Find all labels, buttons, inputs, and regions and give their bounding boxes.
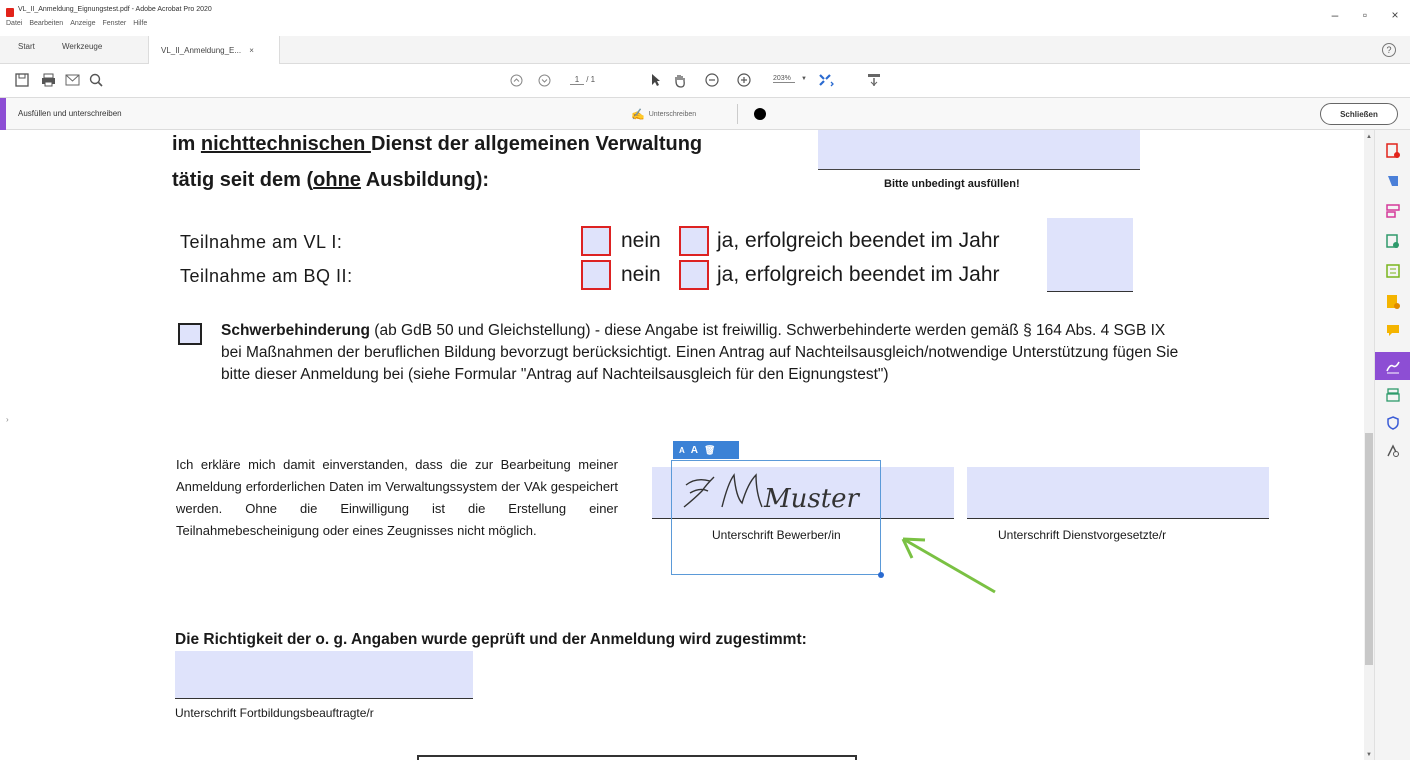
reading-mode-icon[interactable] (866, 72, 882, 88)
row-label-bq2: Teilnahme am BQ II: (180, 266, 353, 286)
signature-label-supervisor: Unterschrift Dienstvorgesetzte/r (998, 528, 1167, 542)
zoom-out-icon[interactable] (704, 72, 720, 88)
resize-handle[interactable] (878, 572, 884, 578)
sign-button[interactable]: ✍ Unterschreiben (631, 108, 696, 121)
edit-pdf-icon[interactable] (1383, 262, 1403, 280)
fill-and-sign-icon[interactable] (1375, 352, 1410, 380)
vertical-scrollbar[interactable]: ▲ ▼ (1364, 130, 1374, 760)
year-field-bq2[interactable] (1047, 252, 1133, 292)
checkbox-bq2-no[interactable] (581, 260, 611, 290)
tab-tools[interactable]: Werkzeuge (62, 42, 102, 51)
checkbox-vl1-no[interactable] (581, 226, 611, 256)
window-title: VL_II_Anmeldung_Eignungstest.pdf - Adobe… (18, 6, 212, 13)
page-up-icon[interactable] (508, 72, 524, 88)
tab-close-icon[interactable]: × (249, 46, 254, 55)
print-icon[interactable] (40, 72, 56, 88)
menu-help[interactable]: Hilfe (133, 20, 147, 27)
organize-pages-icon[interactable] (1383, 202, 1403, 220)
row-label-vl1: Teilnahme am VL I: (180, 232, 343, 252)
menu-window[interactable]: Fenster (103, 20, 127, 27)
consent-paragraph: Ich erkläre mich damit einverstanden, da… (176, 457, 618, 538)
minimize-button[interactable]: – (1320, 4, 1350, 26)
page-down-icon[interactable] (536, 72, 552, 88)
pen-icon: ✍ (631, 109, 645, 121)
signature-field-supervisor[interactable] (967, 467, 1269, 519)
hand-tool-icon[interactable] (672, 72, 688, 88)
increase-size-button[interactable]: A (691, 445, 698, 456)
checkbox-bq2-yes[interactable] (679, 260, 709, 290)
approval-heading: Die Richtigkeit der o. g. Angaben wurde … (175, 631, 807, 648)
menu-file[interactable]: Datei (6, 20, 22, 27)
menu-edit[interactable]: Bearbeiten (29, 20, 63, 27)
print-production-icon[interactable] (1383, 386, 1403, 404)
bottom-box (417, 755, 857, 760)
create-pdf-icon[interactable] (1383, 142, 1403, 160)
fit-page-icon[interactable] (818, 72, 834, 88)
delete-icon[interactable]: 🗑 (704, 445, 715, 456)
email-icon[interactable] (64, 72, 80, 88)
scroll-down-icon[interactable]: ▼ (1364, 752, 1374, 758)
divider (737, 104, 738, 124)
close-fill-sign-button[interactable]: Schließen (1320, 103, 1398, 125)
fill-sign-title: Ausfüllen und unterschreiben (18, 109, 122, 118)
zoom-in-icon[interactable] (736, 72, 752, 88)
select-cursor-icon[interactable] (648, 72, 664, 88)
option-label-no: nein (621, 263, 661, 286)
decrease-size-button[interactable]: A (679, 446, 685, 455)
option-label-no: nein (621, 229, 661, 252)
menu-view[interactable]: Anzeige (70, 20, 95, 27)
window-controls: – ▫ × (1320, 4, 1410, 26)
color-picker-button[interactable] (754, 108, 766, 120)
zoom-value: 203% (773, 75, 795, 83)
search-icon[interactable] (88, 72, 104, 88)
signature-selection-box[interactable] (671, 460, 881, 575)
export-pdf-icon[interactable] (1383, 172, 1403, 190)
page-total: / 1 (586, 75, 596, 84)
fill-sign-bar: Ausfüllen und unterschreiben ✍ Unterschr… (0, 98, 1410, 130)
zoom-dropdown[interactable]: 203% ▼ (773, 75, 807, 83)
chevron-right-icon[interactable]: › (6, 415, 9, 424)
title-bar: VL_II_Anmeldung_Eignungstest.pdf - Adobe… (0, 0, 1410, 36)
redact-icon[interactable] (1383, 292, 1403, 310)
heading-line-2: tätig seit dem (ohne Ausbildung): (172, 169, 490, 191)
must-fill-note: Bitte unbedingt ausfüllen! (884, 178, 1020, 190)
fill-sign-accent (0, 98, 6, 130)
protect-icon[interactable] (1383, 414, 1403, 432)
tools-pane (1374, 130, 1410, 760)
page-indicator[interactable]: 1 / 1 (570, 75, 595, 85)
heading-line-1: im nichttechnischen Dienst der allgemein… (172, 133, 703, 155)
combine-files-icon[interactable] (1383, 232, 1403, 250)
tab-document[interactable]: VL_II_Anmeldung_E... × (148, 36, 280, 64)
comment-icon[interactable] (1383, 322, 1403, 340)
disability-paragraph: Schwerbehinderung (ab GdB 50 und Gleichs… (221, 322, 1179, 383)
scroll-up-icon[interactable]: ▲ (1364, 134, 1374, 140)
date-since-field[interactable] (818, 130, 1140, 170)
close-window-button[interactable]: × (1380, 4, 1410, 26)
page-current-input[interactable]: 1 (570, 75, 584, 85)
green-arrow-annotation (901, 537, 996, 594)
option-label-yes: ja, erfolgreich beendet im Jahr (717, 229, 1000, 252)
tab-start[interactable]: Start (18, 42, 35, 51)
chevron-down-icon: ▼ (800, 76, 807, 82)
scrollbar-thumb[interactable] (1365, 433, 1373, 665)
main-toolbar: 1 / 1 203% ▼ (0, 64, 1410, 98)
checkbox-disability[interactable] (178, 323, 202, 345)
help-icon[interactable]: ? (1382, 43, 1396, 57)
option-label-yes: ja, erfolgreich beendet im Jahr (717, 263, 1000, 286)
signature-label-training-officer: Unterschrift Fortbildungsbeauftragte/r (175, 706, 374, 720)
checkbox-vl1-yes[interactable] (679, 226, 709, 256)
signature-edit-toolbar: A A 🗑 (673, 441, 739, 459)
save-icon[interactable] (14, 72, 30, 88)
acrobat-app-icon (6, 8, 14, 17)
tab-bar: Start Werkzeuge VL_II_Anmeldung_E... × ? (0, 36, 1410, 64)
signature-field-training-officer[interactable] (175, 651, 473, 699)
menu-bar: Datei Bearbeiten Anzeige Fenster Hilfe (6, 20, 147, 27)
tab-document-label: VL_II_Anmeldung_E... (161, 46, 242, 55)
document-viewport[interactable]: › im nichttechnischen Dienst der allgeme… (0, 130, 1364, 760)
sign-button-label: Unterschreiben (648, 111, 697, 118)
maximize-button[interactable]: ▫ (1350, 4, 1380, 26)
more-tools-icon[interactable] (1383, 442, 1403, 460)
